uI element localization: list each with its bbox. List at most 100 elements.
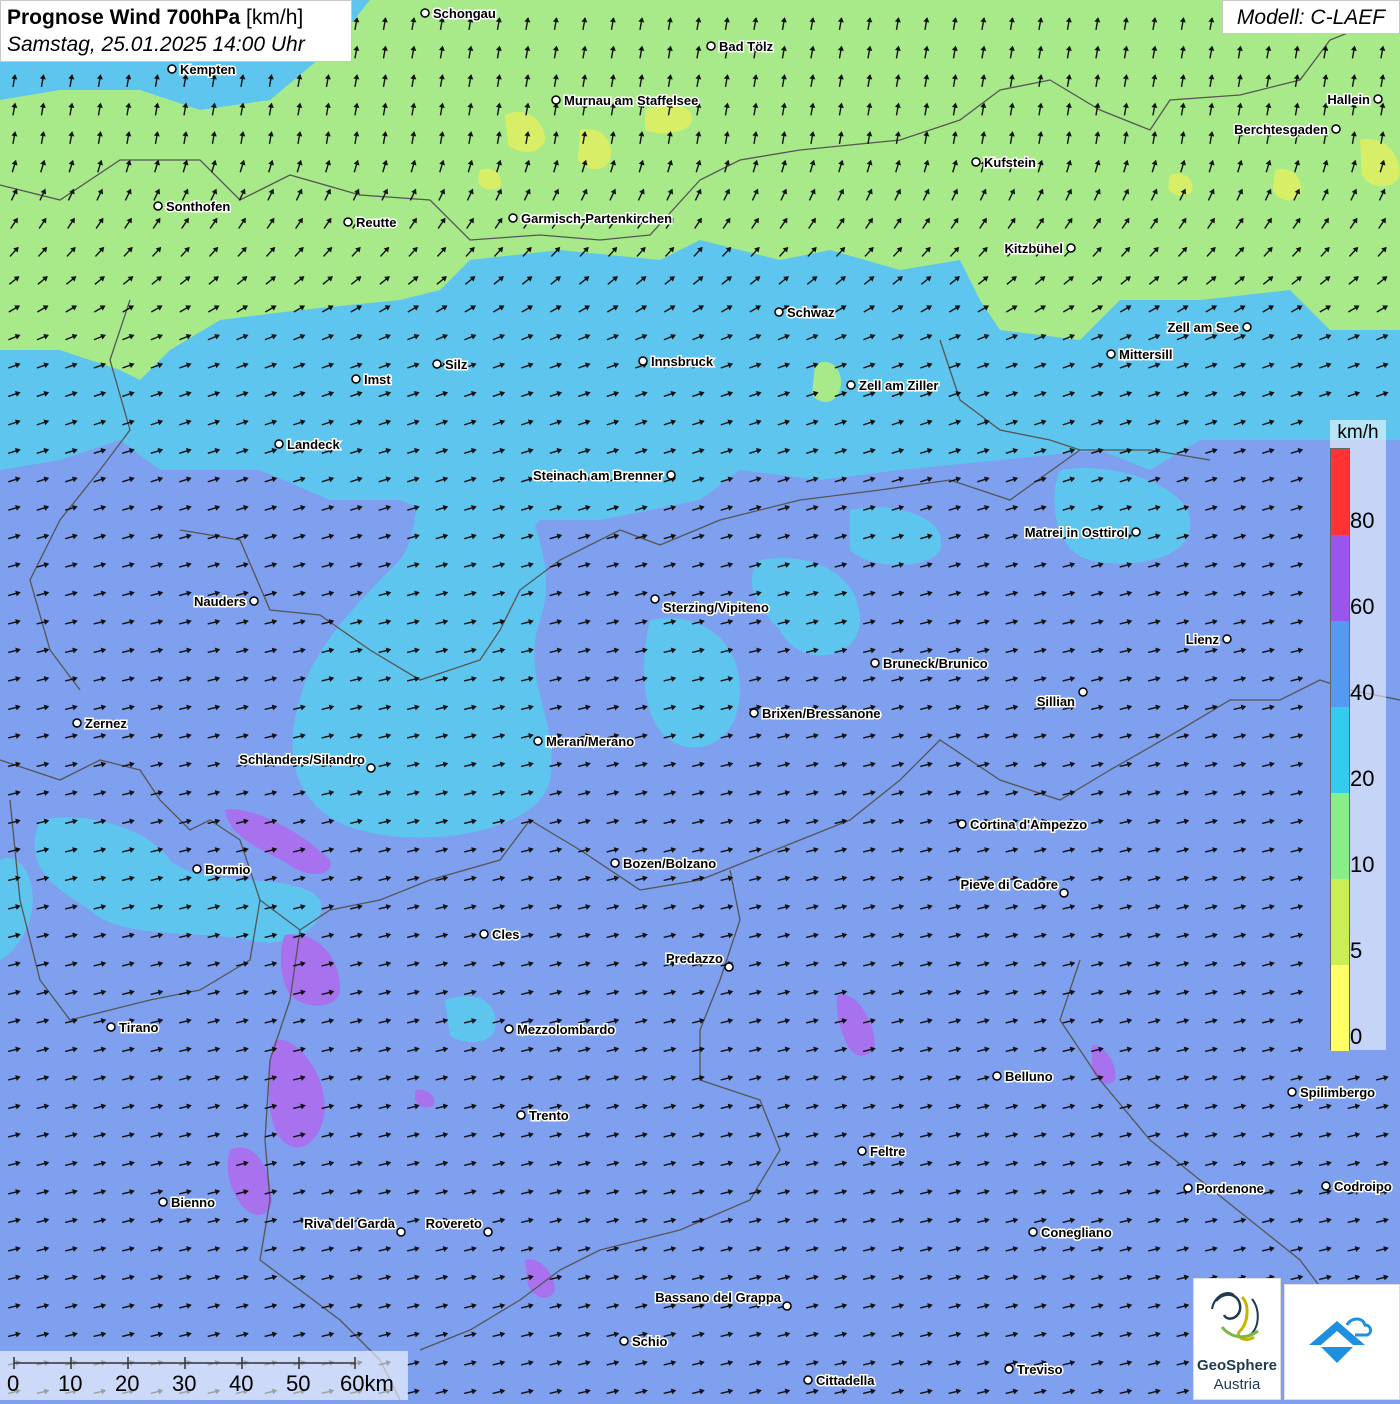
- city-label: Spilimbergo: [1300, 1085, 1375, 1100]
- city-marker[interactable]: Sonthofen: [153, 198, 232, 216]
- city-dot: [153, 201, 163, 211]
- city-dot: [274, 439, 284, 449]
- map-title-unit: [km/h]: [246, 6, 304, 29]
- city-label: Schlanders/Silandro: [239, 752, 365, 767]
- city-label: Reutte: [356, 215, 396, 230]
- city-label: Sonthofen: [166, 199, 230, 214]
- title-box: Prognose Wind 700hPa [km/h] Samstag, 25.…: [0, 0, 352, 62]
- city-marker[interactable]: Berchtesgaden: [1233, 121, 1341, 139]
- city-label: Treviso: [1017, 1362, 1063, 1377]
- legend-tick-label: 10: [1350, 852, 1375, 877]
- city-label: Conegliano: [1041, 1225, 1112, 1240]
- city-dot: [167, 64, 177, 74]
- city-dot: [1242, 322, 1252, 332]
- city-dot: [706, 41, 716, 51]
- scale-label-60km: 60km: [340, 1371, 394, 1396]
- city-label: Kempten: [180, 62, 236, 77]
- city-marker[interactable]: Conegliano: [1028, 1224, 1113, 1242]
- city-dot: [432, 359, 442, 369]
- city-dot: [1222, 634, 1232, 644]
- city-label: Landeck: [287, 437, 341, 452]
- city-marker[interactable]: Spilimbergo: [1287, 1084, 1377, 1102]
- city-label: Berchtesgaden: [1234, 122, 1328, 137]
- city-marker[interactable]: Schongau: [420, 5, 497, 23]
- city-marker[interactable]: Steinach am Brenner: [531, 467, 676, 485]
- color-legend: km/h 0 5 10 20 40 60 80: [1330, 420, 1386, 1051]
- legend-tick-label: 60: [1350, 594, 1375, 619]
- legend-color-segment: [1331, 707, 1349, 793]
- city-marker[interactable]: Mezzolombardo: [504, 1021, 617, 1039]
- wind-map[interactable]: Schongau Kempten Bad Tölz Murnau am Staffel…: [0, 0, 1400, 1400]
- scale-label-30: 30: [172, 1371, 197, 1396]
- city-label: Meran/Merano: [546, 734, 634, 749]
- city-label: Zell am Ziller: [859, 378, 938, 393]
- city-label: Trento: [529, 1108, 569, 1123]
- city-label: Bruneck/Brunico: [883, 656, 988, 671]
- city-label: Brixen/Bressanone: [762, 706, 881, 721]
- map-title: Prognose Wind 700hPa [km/h]: [7, 4, 345, 31]
- city-label: Garmisch-Partenkirchen: [521, 211, 672, 226]
- city-label: Bienno: [171, 1195, 215, 1210]
- scale-label-20: 20: [115, 1371, 140, 1396]
- model-label: Modell: C-LAEF: [1222, 0, 1400, 34]
- geosphere-logo-sub: Austria: [1213, 1376, 1261, 1393]
- city-dot: [1331, 124, 1341, 134]
- city-label: Riva del Garda: [304, 1216, 396, 1231]
- legend-color-segment: [1331, 535, 1349, 621]
- city-label: Sterzing/Vipiteno: [663, 600, 769, 615]
- city-marker[interactable]: Murnau am Staffelsee: [551, 92, 700, 110]
- city-dot: [366, 763, 376, 773]
- city-dot: [782, 1301, 792, 1311]
- city-marker[interactable]: Brixen/Bressanone: [749, 705, 882, 723]
- legend-unit: km/h: [1337, 422, 1379, 443]
- geosphere-logo-icon: [1211, 1291, 1259, 1341]
- city-dot: [774, 307, 784, 317]
- scale-label-0: 0: [7, 1371, 20, 1396]
- city-dot: [551, 95, 561, 105]
- legend-tick-label: 20: [1350, 766, 1375, 791]
- city-dot: [619, 1336, 629, 1346]
- city-marker[interactable]: Cortina d'Ampezzo: [957, 816, 1089, 834]
- geosphere-logo[interactable]: GeoSphere Austria: [1193, 1278, 1281, 1400]
- city-dot: [1373, 94, 1383, 104]
- legend-color-segment: [1331, 879, 1349, 965]
- city-label: Cles: [492, 927, 519, 942]
- city-dot: [846, 380, 856, 390]
- city-dot: [1183, 1183, 1193, 1193]
- city-label: Belluno: [1005, 1069, 1053, 1084]
- city-label: Pordenone: [1196, 1181, 1264, 1196]
- city-marker[interactable]: Zell am See: [1166, 319, 1252, 337]
- city-label: Mezzolombardo: [517, 1022, 615, 1037]
- city-label: Sillian: [1037, 694, 1075, 709]
- city-dot: [638, 356, 648, 366]
- city-dot: [72, 718, 82, 728]
- city-dot: [1066, 243, 1076, 253]
- city-label: Tirano: [119, 1020, 159, 1035]
- city-marker[interactable]: Meran/Merano: [533, 733, 636, 751]
- city-dot: [724, 962, 734, 972]
- city-dot: [857, 1146, 867, 1156]
- city-dot: [1059, 888, 1069, 898]
- city-marker[interactable]: Bruneck/Brunico: [870, 655, 989, 673]
- city-dot: [610, 858, 620, 868]
- weather-app-logo[interactable]: [1284, 1284, 1400, 1400]
- city-marker[interactable]: Innsbruck: [638, 353, 715, 371]
- city-label: Zernez: [85, 716, 127, 731]
- city-marker[interactable]: Matrei in Osttirol: [1023, 524, 1141, 542]
- city-marker[interactable]: Bozen/Bolzano: [610, 855, 718, 873]
- city-label: Schwaz: [787, 305, 835, 320]
- city-dot: [516, 1110, 526, 1120]
- city-dot: [479, 929, 489, 939]
- city-dot: [1106, 349, 1116, 359]
- legend-color-segment: [1331, 449, 1349, 535]
- city-marker[interactable]: Garmisch-Partenkirchen: [508, 210, 674, 228]
- city-label: Cortina d'Ampezzo: [970, 817, 1087, 832]
- city-dot: [1287, 1087, 1297, 1097]
- city-dot: [1028, 1227, 1038, 1237]
- city-marker[interactable]: Zell am Ziller: [846, 377, 940, 395]
- city-dot: [533, 736, 543, 746]
- city-label: Cittadella: [816, 1373, 875, 1388]
- weather-app-icon: [1309, 1317, 1373, 1363]
- city-dot: [992, 1071, 1002, 1081]
- city-marker[interactable]: Pordenone: [1183, 1180, 1265, 1198]
